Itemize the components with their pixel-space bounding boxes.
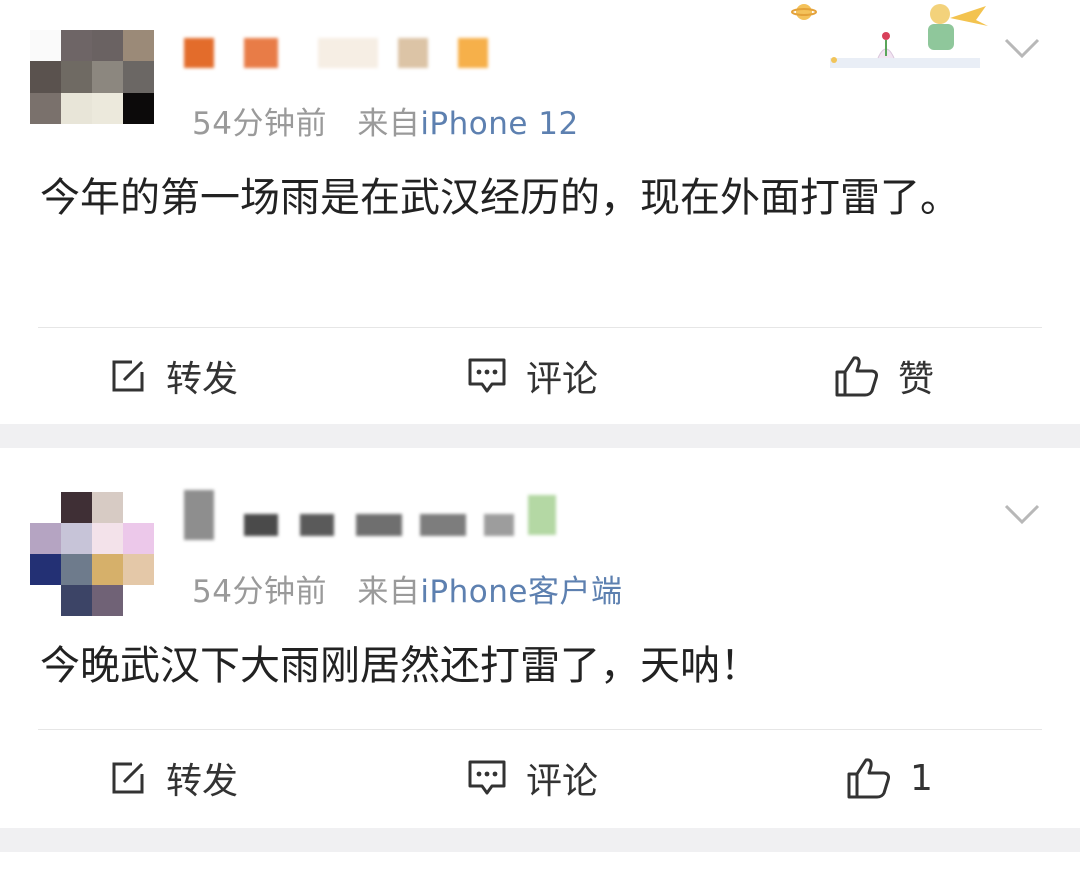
like-count: 1 bbox=[910, 757, 933, 799]
thumbs-up-icon bbox=[835, 356, 878, 397]
action-bar: 转发 评论 1 bbox=[0, 730, 1080, 826]
post-time: 54分钟前 bbox=[192, 106, 327, 142]
chevron-down-icon[interactable] bbox=[1002, 36, 1042, 60]
comment-button[interactable]: 评论 bbox=[466, 748, 598, 808]
post-from-label: 来自 bbox=[357, 574, 421, 610]
repost-button[interactable]: 转发 bbox=[108, 346, 238, 406]
post-card: 54分钟前 来自iPhone 12 今年的第一场雨是在武汉经历的，现在外面打雷了… bbox=[0, 0, 1080, 424]
post-source[interactable]: iPhone 12 bbox=[420, 106, 578, 142]
username-blurred[interactable] bbox=[184, 490, 556, 540]
post-from-label: 来自 bbox=[357, 106, 421, 142]
repost-label: 转发 bbox=[166, 359, 239, 400]
avatar[interactable] bbox=[30, 492, 154, 616]
action-bar: 转发 评论 赞 bbox=[0, 328, 1080, 424]
post-source[interactable]: iPhone客户端 bbox=[420, 574, 622, 610]
edit-square-icon bbox=[112, 762, 144, 794]
repost-button[interactable]: 转发 bbox=[108, 748, 238, 808]
post-separator bbox=[0, 424, 1080, 448]
prince-decoration-image bbox=[791, 4, 988, 68]
post-meta: 54分钟前 来自iPhone 12 bbox=[192, 98, 579, 143]
post-meta: 54分钟前 来自iPhone客户端 bbox=[192, 566, 622, 611]
comment-button[interactable]: 评论 bbox=[466, 346, 598, 406]
thumbs-up-icon bbox=[847, 758, 890, 799]
post-time: 54分钟前 bbox=[192, 574, 327, 610]
comment-bubble-icon bbox=[468, 358, 506, 393]
username-blurred[interactable] bbox=[184, 28, 488, 78]
comment-label: 评论 bbox=[526, 761, 599, 802]
like-label: 赞 bbox=[898, 359, 935, 400]
post-content[interactable]: 今年的第一场雨是在武汉经历的，现在外面打雷了。 bbox=[40, 166, 1030, 230]
comment-label: 评论 bbox=[526, 359, 599, 400]
like-button[interactable]: 赞 bbox=[834, 346, 934, 406]
chevron-down-icon[interactable] bbox=[1002, 502, 1042, 526]
comment-bubble-icon bbox=[468, 760, 506, 795]
like-button[interactable]: 1 bbox=[846, 748, 933, 808]
repost-label: 转发 bbox=[166, 761, 239, 802]
edit-square-icon bbox=[112, 360, 144, 392]
post-content[interactable]: 今晚武汉下大雨刚居然还打雷了，天呐！ bbox=[40, 634, 1030, 698]
feed: 54分钟前 来自iPhone 12 今年的第一场雨是在武汉经历的，现在外面打雷了… bbox=[0, 0, 1080, 892]
post-card: 54分钟前 来自iPhone客户端 今晚武汉下大雨刚居然还打雷了，天呐！ 转发 bbox=[0, 448, 1080, 828]
avatar[interactable] bbox=[30, 30, 154, 124]
post-separator bbox=[0, 828, 1080, 852]
